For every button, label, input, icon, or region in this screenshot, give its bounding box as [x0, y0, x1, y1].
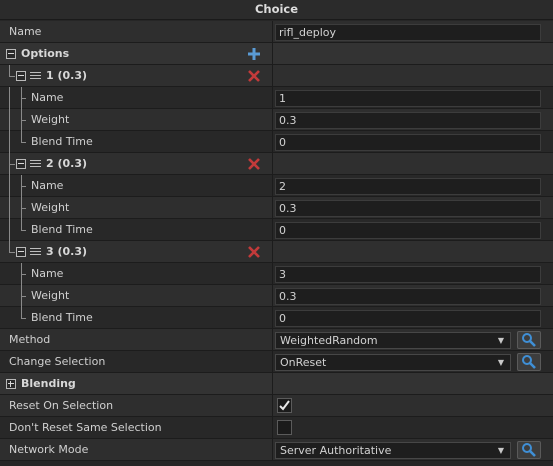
reset-on-selection-row: Reset On Selection: [0, 395, 553, 417]
option-2-title: 2 (0.3): [46, 157, 88, 170]
method-dropdown[interactable]: WeightedRandom ▼: [275, 332, 511, 349]
checkmark-icon: [279, 400, 290, 411]
option-3-weight-label: Weight: [31, 289, 70, 302]
option-2-blend-label: Blend Time: [31, 223, 93, 236]
name-field[interactable]: rifl_deploy: [275, 24, 541, 41]
option-1-weight-field[interactable]: 0.3: [275, 112, 541, 129]
change-selection-row: Change Selection OnReset ▼: [0, 351, 553, 373]
option-3-blend-field[interactable]: 0: [275, 310, 541, 327]
option-1-name-label: Name: [31, 91, 64, 104]
option-1-blend-field[interactable]: 0: [275, 134, 541, 151]
method-label: Method: [9, 333, 51, 346]
option-2-weight-field[interactable]: 0.3: [275, 200, 541, 217]
method-search-button[interactable]: [517, 331, 541, 349]
delete-option-1-icon[interactable]: [247, 69, 261, 83]
option-1-title: 1 (0.3): [46, 69, 88, 82]
option-2-name-label: Name: [31, 179, 64, 192]
dont-reset-same-row: Don't Reset Same Selection: [0, 417, 553, 439]
option-1-name-row: Name 1: [0, 87, 553, 109]
option-1-weight-row: Weight 0.3: [0, 109, 553, 131]
collapse-option-3-icon[interactable]: [16, 247, 26, 257]
method-row: Method WeightedRandom ▼: [0, 329, 553, 351]
collapse-option-2-icon[interactable]: [16, 159, 26, 169]
option-1-header[interactable]: 1 (0.3): [0, 65, 553, 87]
option-1-blend-row: Blend Time 0: [0, 131, 553, 153]
options-header[interactable]: Options: [0, 43, 553, 65]
option-2-header[interactable]: 2 (0.3): [0, 153, 553, 175]
drag-handle-icon[interactable]: [30, 160, 41, 168]
reset-on-selection-label: Reset On Selection: [9, 399, 114, 412]
delete-option-3-icon[interactable]: [247, 245, 261, 259]
chevron-down-icon: ▼: [497, 336, 505, 345]
collapse-options-icon[interactable]: [6, 49, 16, 59]
method-value: WeightedRandom: [280, 334, 378, 347]
option-1-weight-label: Weight: [31, 113, 70, 126]
option-3-title: 3 (0.3): [46, 245, 88, 258]
option-3-blend-row: Blend Time 0: [0, 307, 553, 329]
network-mode-search-button[interactable]: [517, 441, 541, 459]
option-3-blend-label: Blend Time: [31, 311, 93, 324]
delete-option-2-icon[interactable]: [247, 157, 261, 171]
property-grid: Name rifl_deploy Options 1 (0.3) Name 1: [0, 21, 553, 461]
option-3-name-field[interactable]: 3: [275, 266, 541, 283]
drag-handle-icon[interactable]: [30, 72, 41, 80]
change-selection-value: OnReset: [280, 356, 327, 369]
option-3-header[interactable]: 3 (0.3): [0, 241, 553, 263]
expand-blending-icon[interactable]: [6, 379, 16, 389]
dont-reset-same-checkbox[interactable]: [277, 420, 292, 435]
change-selection-label: Change Selection: [9, 355, 106, 368]
name-label: Name: [9, 25, 42, 38]
option-2-weight-label: Weight: [31, 201, 70, 214]
search-icon: [522, 355, 536, 369]
options-label: Options: [21, 47, 70, 60]
network-mode-value: Server Authoritative: [280, 444, 392, 457]
change-selection-search-button[interactable]: [517, 353, 541, 371]
option-3-name-label: Name: [31, 267, 64, 280]
drag-handle-icon[interactable]: [30, 248, 41, 256]
dont-reset-same-label: Don't Reset Same Selection: [9, 421, 162, 434]
collapse-option-1-icon[interactable]: [16, 71, 26, 81]
search-icon: [522, 333, 536, 347]
name-row: Name rifl_deploy: [0, 21, 553, 43]
option-3-weight-field[interactable]: 0.3: [275, 288, 541, 305]
option-1-blend-label: Blend Time: [31, 135, 93, 148]
option-1-name-field[interactable]: 1: [275, 90, 541, 107]
blending-header[interactable]: Blending: [0, 373, 553, 395]
network-mode-dropdown[interactable]: Server Authoritative ▼: [275, 442, 511, 459]
network-mode-label: Network Mode: [9, 443, 89, 456]
option-2-weight-row: Weight 0.3: [0, 197, 553, 219]
blending-label: Blending: [21, 377, 76, 390]
option-2-blend-row: Blend Time 0: [0, 219, 553, 241]
option-2-blend-field[interactable]: 0: [275, 222, 541, 239]
chevron-down-icon: ▼: [497, 358, 505, 367]
search-icon: [522, 443, 536, 457]
option-2-name-field[interactable]: 2: [275, 178, 541, 195]
option-2-name-row: Name 2: [0, 175, 553, 197]
chevron-down-icon: ▼: [497, 446, 505, 455]
option-3-weight-row: Weight 0.3: [0, 285, 553, 307]
window-title: Choice: [0, 0, 553, 20]
change-selection-dropdown[interactable]: OnReset ▼: [275, 354, 511, 371]
network-mode-row: Network Mode Server Authoritative ▼: [0, 439, 553, 461]
reset-on-selection-checkbox[interactable]: [277, 398, 292, 413]
option-3-name-row: Name 3: [0, 263, 553, 285]
add-option-icon[interactable]: [247, 47, 261, 61]
